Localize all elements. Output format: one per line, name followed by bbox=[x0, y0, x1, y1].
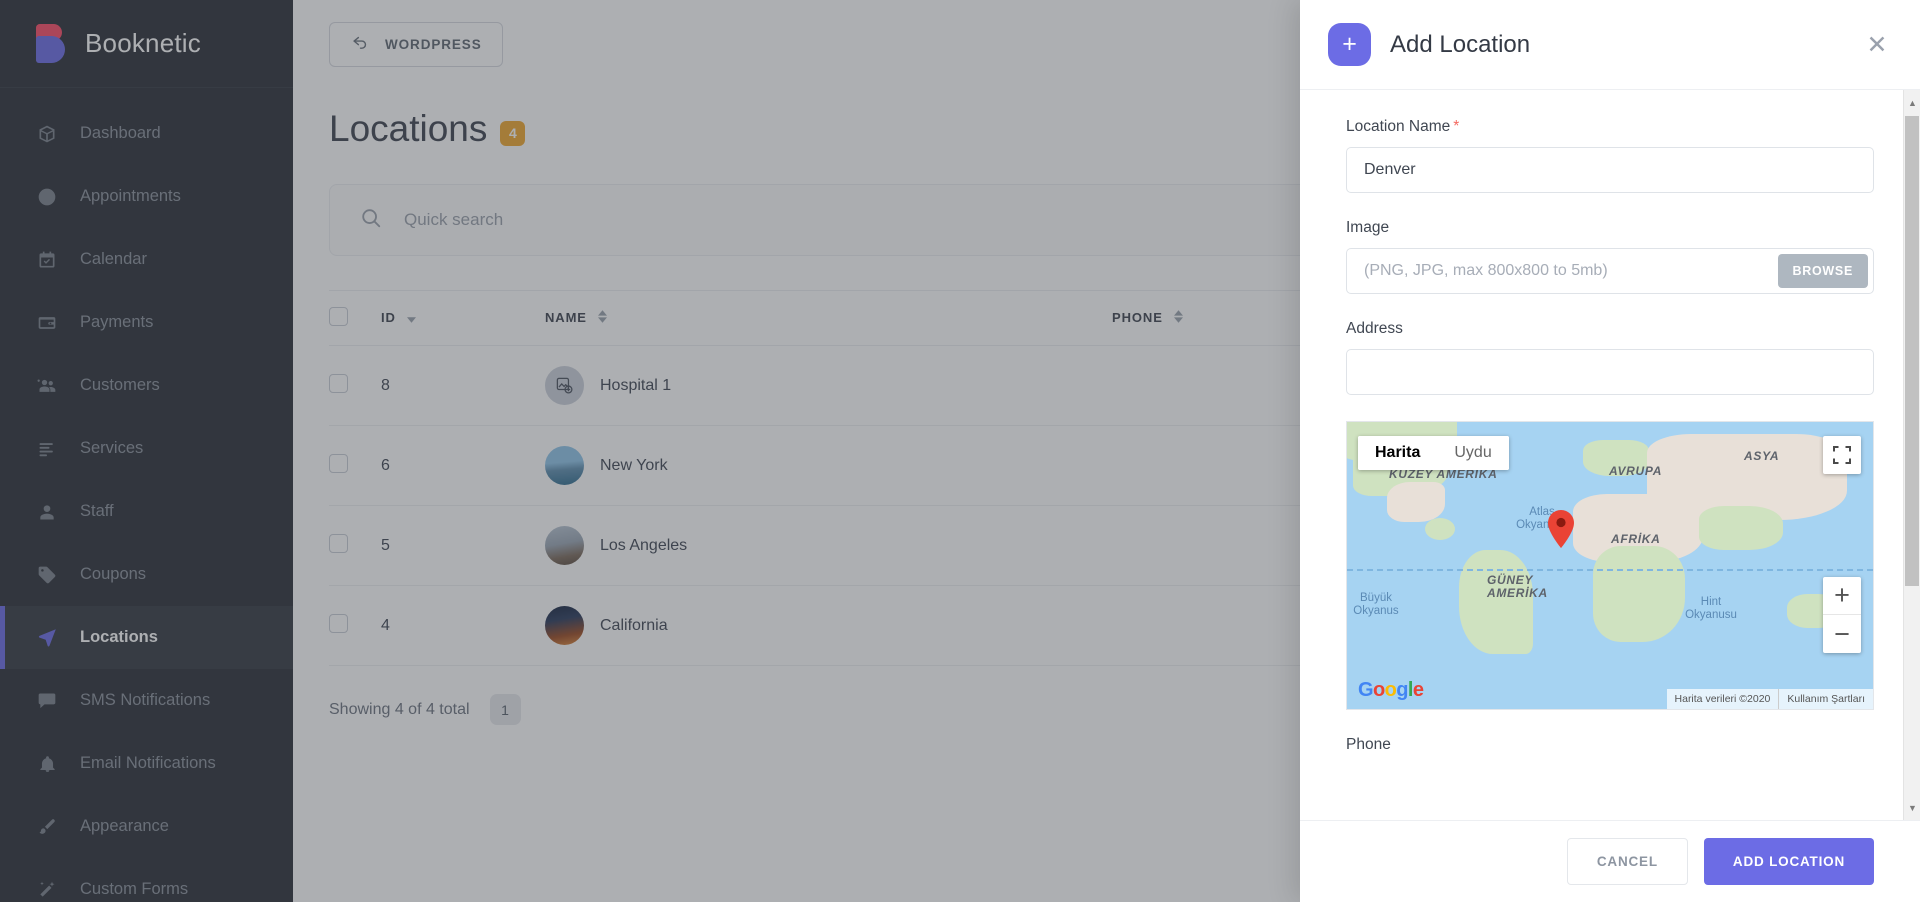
scrollbar-thumb[interactable] bbox=[1905, 116, 1919, 586]
map-label: Atlas Okyanusu bbox=[1516, 506, 1568, 532]
address-input[interactable] bbox=[1346, 349, 1874, 395]
google-watermark: Google bbox=[1358, 679, 1424, 701]
address-label: Address bbox=[1346, 320, 1403, 337]
browse-button[interactable]: BROWSE bbox=[1777, 254, 1868, 288]
phone-field: Phone bbox=[1346, 736, 1874, 754]
zoom-in-button[interactable]: + bbox=[1823, 577, 1861, 615]
map-type-uydu[interactable]: Uydu bbox=[1437, 436, 1509, 470]
close-icon[interactable]: ✕ bbox=[1862, 30, 1892, 60]
add-location-button[interactable]: ADD LOCATION bbox=[1703, 838, 1874, 885]
land-shape bbox=[1593, 546, 1685, 642]
land-shape bbox=[1387, 482, 1445, 522]
map-label: Büyük Okyanus bbox=[1353, 592, 1399, 618]
image-field: Image BROWSE bbox=[1346, 219, 1874, 294]
scroll-down-icon[interactable]: ▼ bbox=[1904, 799, 1920, 816]
add-location-panel: + Add Location ✕ Location Name* Image BR… bbox=[1300, 0, 1920, 902]
fullscreen-icon[interactable] bbox=[1823, 436, 1861, 474]
land-shape bbox=[1583, 440, 1649, 476]
location-name-input[interactable] bbox=[1346, 147, 1874, 193]
panel-header: + Add Location ✕ bbox=[1300, 0, 1920, 90]
location-name-field: Location Name * bbox=[1346, 118, 1874, 193]
map-type-control: Harita Uydu bbox=[1358, 436, 1509, 470]
app-root: Booknetic Dashboard Appointments Calenda… bbox=[0, 0, 1920, 902]
map-attribution: Harita verileri ©2020 bbox=[1674, 693, 1771, 705]
location-name-label: Location Name * bbox=[1346, 118, 1874, 136]
panel-title: Add Location bbox=[1390, 30, 1531, 58]
image-label: Image bbox=[1346, 219, 1390, 236]
land-shape bbox=[1459, 550, 1533, 654]
panel-body: Location Name* Image BROWSE Address bbox=[1300, 90, 1920, 820]
map-zoom-control: + − bbox=[1823, 577, 1861, 653]
location-name-label-text: Location Name bbox=[1346, 118, 1451, 135]
map-pin-icon bbox=[1548, 510, 1574, 548]
cancel-button[interactable]: CANCEL bbox=[1566, 838, 1688, 885]
panel-scrollbar[interactable]: ▲ ▼ bbox=[1903, 90, 1920, 820]
map-type-harita[interactable]: Harita bbox=[1358, 436, 1438, 470]
phone-label: Phone bbox=[1346, 736, 1391, 753]
zoom-out-button[interactable]: − bbox=[1823, 615, 1861, 653]
map-label: Hint Okyanusu bbox=[1685, 596, 1737, 622]
required-marker: * bbox=[1453, 118, 1460, 135]
panel-footer: CANCEL ADD LOCATION bbox=[1300, 820, 1920, 902]
land-shape bbox=[1425, 518, 1455, 540]
map-terms-link[interactable]: Kullanım Şartları bbox=[1778, 689, 1873, 709]
map-credits: Harita verileri ©2020 Kullanım Şartları bbox=[1666, 689, 1873, 709]
address-field: Address bbox=[1346, 320, 1874, 395]
location-map[interactable]: KUZEY AMERİKA AVRUPA ASYA AFRİKA GÜNEY A… bbox=[1346, 421, 1874, 710]
land-shape bbox=[1699, 506, 1783, 550]
equator-line bbox=[1347, 569, 1873, 571]
plus-icon[interactable]: + bbox=[1328, 23, 1371, 66]
scroll-up-icon[interactable]: ▲ bbox=[1904, 94, 1920, 111]
